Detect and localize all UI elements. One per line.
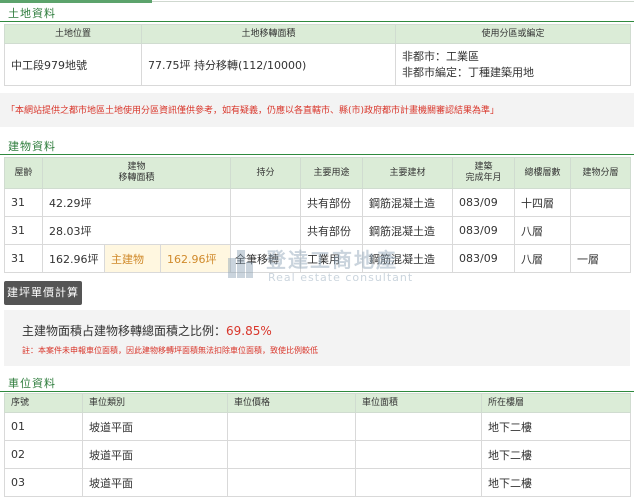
bld-header-area: 建物 移轉面積 <box>41 157 232 189</box>
table-row: 02 坡道平面 地下二樓 <box>4 440 631 469</box>
ratio-box: 主建物面積占建物移轉總面積之比例：69.85% 註：本案件未申報車位面積，因此建… <box>4 310 630 366</box>
bld-header-floor: 建物分層 <box>570 157 632 189</box>
bld-share <box>230 188 302 217</box>
zoning-disclaimer: 「本網站提供之都市地區土地使用分區資訊僅供參考，如有疑義，仍應以各直轄市、縣(市… <box>6 106 500 116</box>
parking-price <box>227 412 356 441</box>
table-row: 31 162.96坪 主建物 162.96坪 全筆移轉 工業用 鋼筋混凝土造 0… <box>4 244 632 273</box>
bld-completed: 083/09 <box>452 188 516 217</box>
bld-material: 鋼筋混凝土造 <box>362 188 454 217</box>
parking-table: 序號 車位類別 車位價格 車位面積 所在樓層 01 坡道平面 地下二樓 02 坡… <box>4 393 631 497</box>
notice-box: 「本網站提供之都市地區土地使用分區資訊僅供參考，如有疑義，仍應以各直轄市、縣(市… <box>0 93 634 127</box>
bld-usage: 共有部份 <box>300 216 364 245</box>
table-row: 01 坡道平面 地下二樓 <box>4 412 631 441</box>
parking-floor: 地下二樓 <box>481 440 631 469</box>
bld-age: 31 <box>4 188 43 217</box>
parking-header-area: 車位面積 <box>355 393 482 413</box>
ratio-note: 註：本案件未申報車位面積，因此建物移轉坪面積無法扣除車位面積，致使比例較低 <box>22 346 318 355</box>
bld-header-completed: 建築 完成年月 <box>452 157 516 189</box>
land-zoning-line2: 非都市編定：丁種建築用地 <box>402 65 534 79</box>
bld-floor <box>570 216 632 245</box>
parking-area <box>355 468 482 497</box>
parking-no: 03 <box>4 468 83 497</box>
unit-price-calc-button[interactable]: 建坪單價計算 <box>4 281 82 305</box>
bld-total-floors: 八層 <box>514 244 572 273</box>
parking-floor: 地下二樓 <box>481 468 631 497</box>
bld-share: 全筆移轉 <box>230 244 302 273</box>
bld-area: 162.96坪 <box>42 244 105 273</box>
bld-floor: 一層 <box>570 244 632 273</box>
land-header-location: 土地位置 <box>4 24 142 44</box>
land-section-divider <box>0 21 634 22</box>
parking-price <box>227 440 356 469</box>
parking-type: 坡道平面 <box>82 468 228 497</box>
ratio-label: 主建物面積占建物移轉總面積之比例： <box>22 324 227 338</box>
table-row: 中工段979地號 77.75坪 持分移轉(112/10000) 非都市：工業區 … <box>4 43 631 86</box>
top-tab-indicator <box>0 0 634 3</box>
bld-total-floors: 八層 <box>514 216 572 245</box>
bld-area: 42.29坪 <box>41 188 232 217</box>
bld-header-age: 屋齡 <box>4 157 43 189</box>
land-area: 77.75坪 持分移轉(112/10000) <box>141 43 396 86</box>
parking-header-no: 序號 <box>4 393 83 413</box>
bld-header-area-line1: 建物 <box>127 162 146 172</box>
land-header-zoning: 使用分區或編定 <box>395 24 631 44</box>
parking-no: 01 <box>4 412 83 441</box>
bld-header-completed-line2: 完成年月 <box>465 173 502 183</box>
land-zoning-line1: 非都市：工業區 <box>402 49 479 63</box>
parking-header-floor: 所在樓層 <box>481 393 631 413</box>
bld-sub-label: 主建物 <box>104 244 161 273</box>
bld-age: 31 <box>4 244 43 273</box>
parking-type: 坡道平面 <box>82 412 228 441</box>
parking-no: 02 <box>4 440 83 469</box>
bld-header-area-line2: 移轉面積 <box>118 173 155 183</box>
land-section-title: 土地資料 <box>8 7 56 20</box>
parking-section-title: 車位資料 <box>8 377 56 390</box>
bld-header-share: 持分 <box>230 157 302 189</box>
bld-age: 31 <box>4 216 43 245</box>
parking-type: 坡道平面 <box>82 440 228 469</box>
bld-material: 鋼筋混凝土造 <box>362 244 454 273</box>
building-section-divider <box>0 154 634 155</box>
bld-area: 28.03坪 <box>41 216 232 245</box>
bld-header-usage: 主要用途 <box>300 157 364 189</box>
table-row: 03 坡道平面 地下二樓 <box>4 468 631 497</box>
bld-header-total-floors: 總樓層數 <box>514 157 572 189</box>
bld-completed: 083/09 <box>452 216 516 245</box>
parking-header-type: 車位類別 <box>82 393 228 413</box>
building-table: 屋齡 建物 移轉面積 持分 主要用途 主要建材 建築 完成年月 總樓層數 建物分… <box>4 157 632 273</box>
ratio-value: 69.85% <box>226 324 272 338</box>
table-row: 31 42.29坪 共有部份 鋼筋混凝土造 083/09 十四層 <box>4 188 632 217</box>
bld-material: 鋼筋混凝土造 <box>362 216 454 245</box>
ratio-line: 主建物面積占建物移轉總面積之比例：69.85% <box>22 322 272 339</box>
bld-header-completed-line1: 建築 <box>474 162 493 172</box>
parking-header-price: 車位價格 <box>227 393 356 413</box>
table-row: 31 28.03坪 共有部份 鋼筋混凝土造 083/09 八層 <box>4 216 632 245</box>
land-table: 土地位置 土地移轉面積 使用分區或編定 中工段979地號 77.75坪 持分移轉… <box>4 24 631 86</box>
bld-header-material: 主要建材 <box>362 157 454 189</box>
bld-floor <box>570 188 632 217</box>
parking-price <box>227 468 356 497</box>
parking-section-divider <box>0 391 634 392</box>
bld-usage: 共有部份 <box>300 188 364 217</box>
building-section-title: 建物資料 <box>8 140 56 153</box>
land-header-area: 土地移轉面積 <box>141 24 396 44</box>
land-zoning: 非都市：工業區 非都市編定：丁種建築用地 <box>395 43 631 86</box>
bld-share <box>230 216 302 245</box>
parking-area <box>355 440 482 469</box>
bld-usage: 工業用 <box>300 244 364 273</box>
land-location: 中工段979地號 <box>4 43 142 86</box>
bld-sub-area: 162.96坪 <box>159 244 232 273</box>
bld-completed: 083/09 <box>452 244 516 273</box>
parking-area <box>355 412 482 441</box>
parking-floor: 地下二樓 <box>481 412 631 441</box>
bld-total-floors: 十四層 <box>514 188 572 217</box>
